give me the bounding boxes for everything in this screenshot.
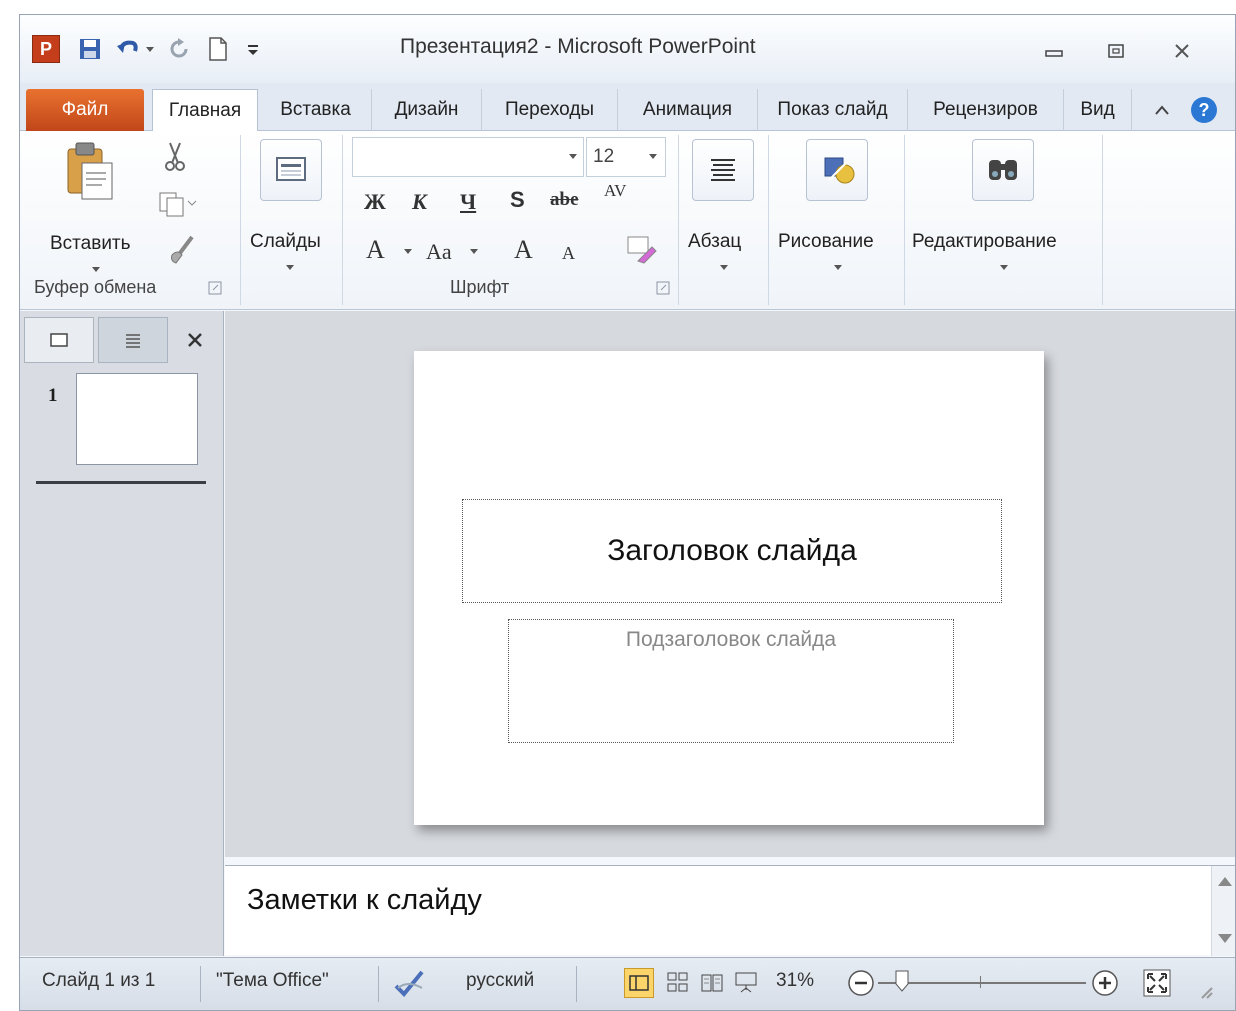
notes-placeholder[interactable]: Заметки к слайду xyxy=(247,884,482,917)
maximize-icon[interactable] xyxy=(1094,37,1138,65)
slides-button[interactable]: Слайды xyxy=(250,231,321,253)
notes-scrollbar[interactable] xyxy=(1211,866,1235,956)
font-name-input[interactable] xyxy=(352,137,584,177)
editing-dropdown-icon[interactable] xyxy=(1000,265,1008,270)
drawing-dropdown-icon[interactable] xyxy=(834,265,842,270)
slide-title-placeholder[interactable]: Заголовок слайда xyxy=(462,499,1002,603)
font-size-value: 12 xyxy=(593,146,615,167)
powerpoint-app-icon[interactable]: P xyxy=(32,35,60,63)
strikethrough-button[interactable]: abe xyxy=(550,189,579,211)
slide-editing-area: Заголовок слайда Подзаголовок слайда xyxy=(225,311,1235,857)
powerpoint-window: P Презентация2 - Microsoft PowerPoint Фа… xyxy=(19,14,1236,1011)
font-group-label: Шрифт xyxy=(450,277,510,297)
grow-font-button[interactable]: A xyxy=(514,235,533,265)
tab-review[interactable]: Рецензиров xyxy=(908,89,1064,131)
minimize-ribbon-icon[interactable] xyxy=(1144,89,1180,131)
new-document-icon[interactable] xyxy=(204,35,232,63)
font-name-dropdown-icon[interactable] xyxy=(569,154,577,159)
slideshow-view-icon[interactable] xyxy=(734,970,758,999)
slides-icon[interactable] xyxy=(260,139,322,201)
reading-view-icon[interactable] xyxy=(700,970,724,999)
font-dialog-launcher-icon[interactable] xyxy=(656,281,670,300)
undo-dropdown-icon[interactable] xyxy=(142,35,158,63)
theme-name[interactable]: "Тема Office" xyxy=(216,970,329,992)
notes-pane[interactable]: Заметки к слайду xyxy=(225,865,1235,956)
spellcheck-icon[interactable] xyxy=(392,966,428,1003)
language-indicator[interactable]: русский xyxy=(466,970,534,992)
clipboard-dialog-launcher-icon[interactable] xyxy=(208,281,222,300)
clear-formatting-icon[interactable] xyxy=(624,233,658,272)
tab-insert[interactable]: Вставка xyxy=(260,89,372,131)
paste-button[interactable]: Вставить xyxy=(50,233,131,255)
fit-to-window-icon[interactable] xyxy=(1142,968,1172,1003)
paragraph-dropdown-icon[interactable] xyxy=(720,265,728,270)
tab-slides-thumbnails[interactable] xyxy=(24,317,94,363)
copy-icon[interactable] xyxy=(158,189,198,224)
redo-icon[interactable] xyxy=(166,35,194,63)
find-binoculars-icon[interactable] xyxy=(972,139,1034,201)
drawing-icon[interactable] xyxy=(806,139,868,201)
title-bar: P Презентация2 - Microsoft PowerPoint xyxy=(20,15,1235,83)
format-painter-icon[interactable] xyxy=(168,233,198,270)
tab-slideshow[interactable]: Показ слайд xyxy=(758,89,908,131)
help-icon[interactable]: ? xyxy=(1184,89,1224,131)
paragraph-icon[interactable] xyxy=(692,139,754,201)
tab-design[interactable]: Дизайн xyxy=(372,89,482,131)
close-pane-icon[interactable] xyxy=(170,317,220,363)
ribbon-tabs: Файл Главная Вставка Дизайн Переходы Ани… xyxy=(20,83,1235,132)
slides-dropdown-icon[interactable] xyxy=(286,265,294,270)
insertion-line xyxy=(36,481,206,484)
character-spacing-button[interactable]: AV xyxy=(604,181,626,201)
save-icon[interactable] xyxy=(76,35,104,63)
clipboard-group-label: Буфер обмена xyxy=(34,277,157,297)
italic-button[interactable]: К xyxy=(412,189,427,215)
slide-counter: Слайд 1 из 1 xyxy=(42,970,156,991)
slide-thumbnail[interactable] xyxy=(76,373,198,465)
paste-icon[interactable] xyxy=(64,141,118,208)
slide-thumbnail-number: 1 xyxy=(48,385,58,406)
ribbon-home: Вставить Буфер обмена Слайды 12 Ж К Ч S … xyxy=(20,131,1235,310)
paragraph-button[interactable]: Абзац xyxy=(688,231,741,253)
tab-outline[interactable] xyxy=(98,317,168,363)
zoom-slider-thumb[interactable] xyxy=(895,970,909,992)
text-shadow-button[interactable]: S xyxy=(510,187,525,213)
editing-button[interactable]: Редактирование xyxy=(912,231,1057,253)
zoom-level[interactable]: 31% xyxy=(776,970,814,992)
zoom-out-icon[interactable] xyxy=(846,968,876,1003)
slide-canvas[interactable]: Заголовок слайда Подзаголовок слайда xyxy=(414,351,1044,825)
tab-view[interactable]: Вид xyxy=(1064,89,1132,131)
status-bar: Слайд 1 из 1 "Тема Office" русский 31% xyxy=(20,957,1235,1010)
scroll-up-icon[interactable] xyxy=(1216,874,1234,893)
change-case-button[interactable]: Aa xyxy=(426,239,452,265)
scroll-down-icon[interactable] xyxy=(1216,932,1234,951)
paste-dropdown-icon[interactable] xyxy=(92,267,100,272)
tab-animations[interactable]: Анимация xyxy=(618,89,758,131)
svg-text:?: ? xyxy=(1199,100,1210,120)
font-size-dropdown-icon[interactable] xyxy=(649,154,657,159)
window-title: Презентация2 - Microsoft PowerPoint xyxy=(400,35,756,58)
customize-qat-icon[interactable] xyxy=(242,35,264,63)
normal-view-icon[interactable] xyxy=(624,968,654,998)
cut-icon[interactable] xyxy=(162,141,188,178)
close-window-icon[interactable] xyxy=(1160,37,1204,65)
font-color-button[interactable]: A xyxy=(366,235,385,265)
slide-subtitle-placeholder[interactable]: Подзаголовок слайда xyxy=(508,619,954,743)
minimize-icon[interactable] xyxy=(1032,37,1076,65)
zoom-in-icon[interactable] xyxy=(1090,968,1120,1003)
tab-file[interactable]: Файл xyxy=(26,89,144,131)
font-color-dropdown-icon[interactable] xyxy=(404,249,412,254)
font-size-input[interactable]: 12 xyxy=(586,137,666,177)
drawing-button[interactable]: Рисование xyxy=(778,231,874,253)
slide-sorter-view-icon[interactable] xyxy=(666,970,690,999)
underline-button[interactable]: Ч xyxy=(460,189,476,215)
change-case-dropdown-icon[interactable] xyxy=(470,249,478,254)
slides-pane: 1 xyxy=(20,311,224,956)
zoom-slider[interactable] xyxy=(878,970,1086,992)
tab-home[interactable]: Главная xyxy=(152,89,258,132)
tab-transitions[interactable]: Переходы xyxy=(482,89,618,131)
bold-button[interactable]: Ж xyxy=(364,189,386,215)
resize-grip-icon[interactable] xyxy=(1196,982,1216,1007)
shrink-font-button[interactable]: A xyxy=(562,243,575,264)
undo-icon[interactable] xyxy=(114,35,142,63)
